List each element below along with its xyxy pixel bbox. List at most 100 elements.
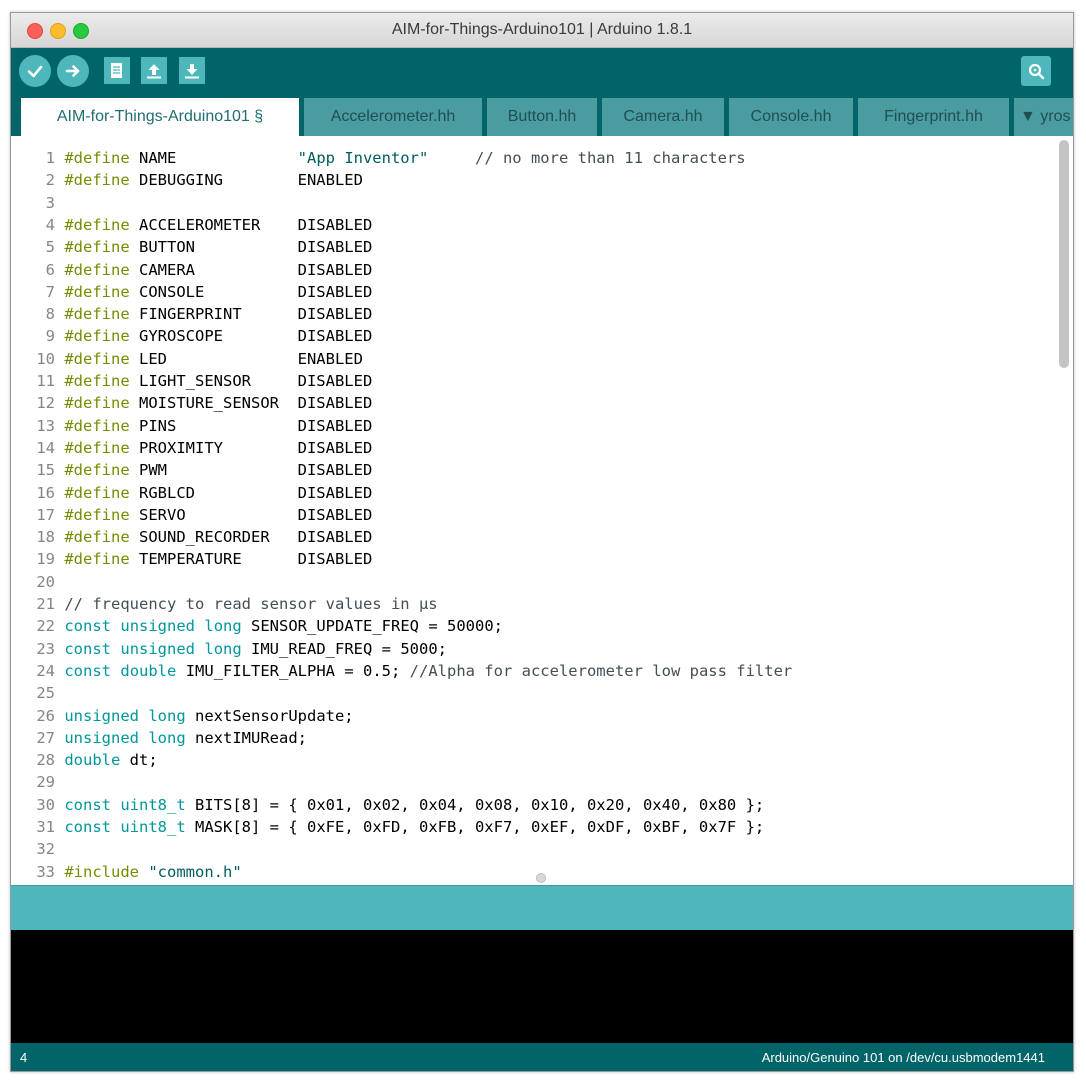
console-output[interactable]: [11, 930, 1073, 1043]
code-line: 14 #define PROXIMITY DISABLED: [11, 437, 372, 459]
line-number: 1: [45, 149, 55, 167]
line-number: 2: [45, 171, 55, 190]
code-line: 7 #define CONSOLE DISABLED: [11, 281, 373, 303]
code-line: 17 #define SERVO DISABLED: [11, 504, 372, 526]
code-token: MASK[8] = { 0xFE, 0xFD, 0xFB, 0xF7, 0xEF…: [185, 818, 765, 836]
code-line: 27 unsigned long nextIMURead;: [11, 727, 307, 749]
editor-scrollbar-thumb[interactable]: [1059, 140, 1069, 368]
code-token: #define: [64, 372, 130, 390]
code-line: 24 const double IMU_FILTER_ALPHA = 0.5; …: [11, 660, 792, 682]
code-line: 28 double dt;: [11, 749, 157, 771]
code-token: DEBUGGING ENABLED: [129, 171, 363, 190]
ide-window: AIM-for-Things-Arduino101 | Arduino 1.8.…: [10, 12, 1074, 1072]
code-token: long: [148, 728, 186, 747]
status-message-area: [11, 885, 1073, 931]
code-token: unsigned: [120, 639, 196, 658]
code-token: ACCELEROMETER DISABLED: [129, 215, 373, 234]
code-token: #define: [64, 238, 130, 257]
tab-camera[interactable]: Camera.hh: [602, 98, 724, 136]
line-number: 12: [36, 394, 55, 413]
line-number: 19: [36, 550, 55, 569]
tab-fingerprint[interactable]: Fingerprint.hh: [858, 98, 1009, 136]
code-line: 18 #define SOUND_RECORDER DISABLED: [11, 526, 372, 548]
line-number: 27: [36, 728, 55, 747]
new-sketch-button[interactable]: [104, 57, 130, 84]
line-number: 14: [36, 438, 55, 457]
code-token: #define: [64, 483, 130, 502]
line-number: 25: [36, 684, 55, 703]
code-token: nextIMURead;: [185, 728, 307, 747]
line-number: 32: [36, 840, 55, 859]
code-line: 2 #define DEBUGGING ENABLED: [11, 169, 363, 191]
code-token: #define: [64, 528, 130, 547]
code-token: long: [204, 617, 242, 636]
line-number: 31: [36, 818, 55, 836]
upload-button[interactable]: [57, 55, 89, 87]
tab-button[interactable]: Button.hh: [487, 98, 597, 136]
code-token: #define: [64, 149, 130, 167]
line-number: 33: [36, 862, 55, 880]
code-token: SENSOR_UPDATE_FREQ = 50000;: [241, 617, 503, 636]
code-token: PROXIMITY DISABLED: [129, 438, 373, 457]
line-number: 15: [36, 461, 55, 480]
code-line: 22 const unsigned long SENSOR_UPDATE_FRE…: [11, 615, 503, 637]
code-token: IMU_FILTER_ALPHA = 0.5;: [176, 661, 410, 680]
code-line: 11 #define LIGHT_SENSOR DISABLED: [11, 370, 372, 392]
code-token: PINS DISABLED: [129, 416, 373, 435]
line-number: 26: [36, 706, 55, 725]
code-token: LIGHT_SENSOR DISABLED: [129, 372, 373, 390]
code-token: "common.h": [148, 862, 242, 880]
code-token: const: [64, 617, 112, 636]
code-token: // no more than 11 characters: [474, 149, 746, 167]
code-line: 26 unsigned long nextSensorUpdate;: [11, 705, 354, 727]
save-icon: [185, 63, 199, 78]
line-number: 30: [36, 795, 55, 814]
code-token: #define: [64, 349, 130, 368]
code-token: MOISTURE_SENSOR DISABLED: [129, 394, 373, 413]
code-token: #define: [64, 171, 130, 190]
verify-button[interactable]: [19, 55, 51, 87]
code-line: 5 #define BUTTON DISABLED: [11, 236, 373, 258]
code-line: 23 const unsigned long IMU_READ_FREQ = 5…: [11, 638, 447, 660]
code-token: CAMERA DISABLED: [129, 260, 373, 279]
code-token: nextSensorUpdate;: [185, 706, 354, 725]
code-token: unsigned: [120, 617, 196, 636]
code-token: long: [204, 639, 242, 658]
tab-overflow-menu[interactable]: ▼ yros: [1014, 98, 1073, 136]
line-number-indicator: 4: [20, 1050, 28, 1065]
split-handle[interactable]: [536, 873, 546, 883]
toolbar: [11, 48, 1073, 94]
serial-monitor-button[interactable]: [1021, 56, 1051, 86]
tab-main-sketch[interactable]: AIM-for-Things-Arduino101 §: [21, 98, 299, 136]
tab-accelerometer[interactable]: Accelerometer.hh: [304, 98, 482, 136]
code-token: #define: [64, 394, 130, 413]
save-sketch-button[interactable]: [179, 57, 205, 84]
code-line: 15 #define PWM DISABLED: [11, 459, 372, 481]
new-icon: [111, 62, 122, 78]
code-token: #define: [64, 438, 130, 457]
code-token: #include: [64, 862, 139, 880]
line-number: 11: [36, 372, 55, 390]
code-line: 32: [11, 838, 64, 860]
code-token: GYROSCOPE DISABLED: [129, 327, 373, 346]
code-token: unsigned: [64, 728, 139, 747]
code-token: long: [148, 706, 186, 725]
line-number: 22: [36, 617, 55, 636]
code-token: uint8_t: [120, 795, 186, 814]
tab-console[interactable]: Console.hh: [729, 98, 853, 136]
code-token: #define: [64, 327, 130, 346]
verify-icon: [27, 65, 43, 78]
code-token: LED ENABLED: [129, 349, 363, 368]
code-token: const: [64, 818, 112, 836]
code-token: NAME: [129, 149, 298, 167]
open-sketch-button[interactable]: [141, 57, 167, 84]
code-token: FINGERPRINT DISABLED: [129, 305, 373, 324]
line-number: 10: [36, 349, 55, 368]
board-port-indicator: Arduino/Genuino 101 on /dev/cu.usbmodem1…: [761, 1050, 1045, 1065]
line-number: 13: [36, 416, 55, 435]
code-editor[interactable]: 1 #define NAME "App Inventor" // no more…: [11, 136, 1073, 880]
